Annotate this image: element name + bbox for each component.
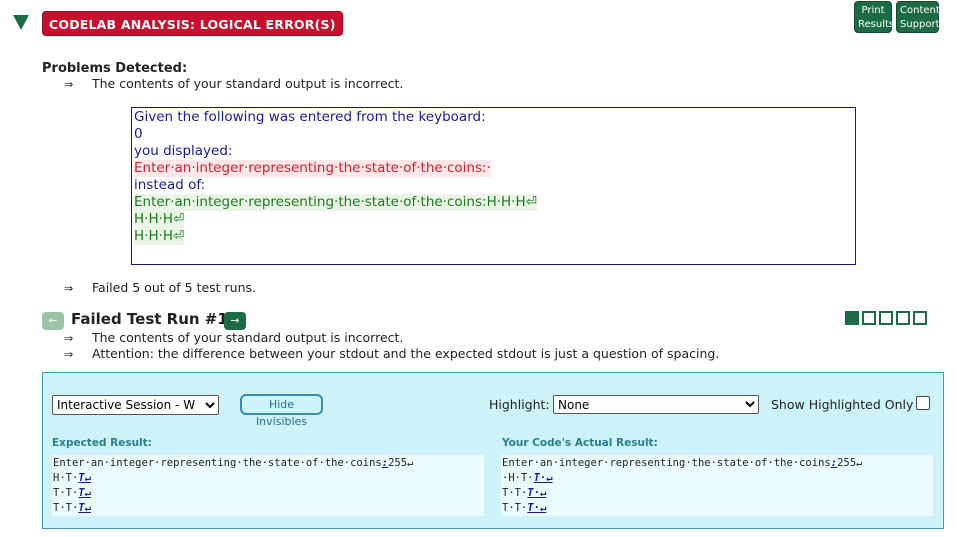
failed-runs-text: Failed 5 out of 5 test runs. <box>92 280 257 295</box>
actual-diff-token: T·↵ <box>533 472 553 484</box>
show-highlighted-label: Show Highlighted Only <box>771 397 914 412</box>
expected-line: T·T·T↵ <box>53 486 483 501</box>
run-indicator-4[interactable] <box>896 311 910 325</box>
expected-diff-token: T↵ <box>78 487 91 499</box>
failed-runs-item: ⇒ Failed 5 out of 5 test runs. <box>64 280 256 295</box>
run-problem-text: Attention: the difference between your s… <box>92 346 720 361</box>
actual-result-title: Your Code's Actual Result: <box>502 437 658 449</box>
instead-of-label: instead of: <box>134 177 206 193</box>
actual-text: Enter·an·integer·representing·the·state·… <box>502 457 831 469</box>
expected-line: T·T·T↵ <box>53 501 483 516</box>
show-highlighted-checkbox[interactable] <box>916 396 930 410</box>
expected-text: Enter·an·integer·representing·the·state·… <box>53 457 382 469</box>
run-problem-item: ⇒ Attention: the difference between your … <box>64 346 719 361</box>
arrow-icon: ⇒ <box>64 332 74 345</box>
output-diff-box: Given the following was entered from the… <box>131 107 856 265</box>
you-displayed-label: you displayed: <box>134 143 233 159</box>
actual-result-box: Enter·an·integer·representing·the·state·… <box>501 455 933 516</box>
content-support-button[interactable]: Content Support <box>896 1 940 33</box>
run-indicator-5[interactable] <box>913 311 927 325</box>
actual-line: Enter·an·integer·representing·the·state·… <box>502 456 932 471</box>
expected-text-tail: 255↵ <box>388 457 414 469</box>
hide-invisibles-button[interactable]: Hide Invisibles <box>240 394 323 428</box>
analysis-badge: CODELAB ANALYSIS: LOGICAL ERROR(S) <box>42 11 343 36</box>
collapse-triangle-icon[interactable] <box>13 15 29 30</box>
run-indicator-3[interactable] <box>879 311 893 325</box>
expected-line: H·T·T↵ <box>53 471 483 486</box>
expected-output-line: H·H·H⏎ <box>134 211 185 228</box>
problem-item: ⇒ The contents of your standard output is… <box>64 76 403 91</box>
expected-diff-token: T↵ <box>78 472 91 484</box>
actual-text: ·H·T· <box>502 472 534 484</box>
actual-line: T·T·T·↵ <box>502 501 932 516</box>
next-run-button[interactable]: → <box>224 312 246 330</box>
run-indicator-2[interactable] <box>862 311 876 325</box>
actual-diff-token: T·↵ <box>527 487 547 499</box>
run-problem-text: The contents of your standard output is … <box>92 330 404 345</box>
session-select[interactable]: Interactive Session - W <box>52 395 219 415</box>
run-indicators <box>845 311 927 325</box>
expected-text: T·T· <box>53 487 79 499</box>
displayed-output: Enter·an·integer·representing·the·state·… <box>134 160 491 177</box>
prev-run-button[interactable]: ← <box>42 312 64 330</box>
expected-output-line: Enter·an·integer·representing·the·state·… <box>134 194 537 211</box>
actual-text: T·T· <box>502 502 528 514</box>
actual-diff-token: T·↵ <box>527 502 547 514</box>
given-label: Given the following was entered from the… <box>134 109 486 125</box>
expected-line: Enter·an·integer·representing·the·state·… <box>53 456 483 471</box>
highlight-select[interactable]: None <box>553 395 759 414</box>
print-results-label-1: Print <box>861 5 885 16</box>
actual-text-tail: 255↵ <box>837 457 863 469</box>
problems-title: Problems Detected: <box>42 61 188 76</box>
expected-output-line: H·H·H⏎ <box>134 228 185 245</box>
expected-text: T·T· <box>53 502 79 514</box>
expected-result-title: Expected Result: <box>52 437 152 449</box>
expected-text: H·T· <box>53 472 79 484</box>
expected-diff-token: T↵ <box>78 502 91 514</box>
highlight-label: Highlight: <box>489 397 550 412</box>
test-run-title: Failed Test Run #1 <box>71 310 228 328</box>
arrow-icon: ⇒ <box>64 282 74 295</box>
content-support-label-2: Support <box>900 19 940 30</box>
run-problem-item: ⇒ The contents of your standard output is… <box>64 330 403 345</box>
problem-text: The contents of your standard output is … <box>92 76 404 91</box>
content-support-label-1: Content <box>900 5 940 16</box>
actual-line: ·H·T·T·↵ <box>502 471 932 486</box>
arrow-icon: ⇒ <box>64 78 74 91</box>
actual-text: T·T· <box>502 487 528 499</box>
actual-line: T·T·T·↵ <box>502 486 932 501</box>
run-indicator-1[interactable] <box>845 311 859 325</box>
print-results-label-2: Results <box>858 19 895 30</box>
keyboard-input: 0 <box>134 126 143 142</box>
print-results-button[interactable]: Print Results <box>854 1 895 33</box>
expected-result-box: Enter·an·integer·representing·the·state·… <box>52 455 484 516</box>
arrow-icon: ⇒ <box>64 348 74 361</box>
